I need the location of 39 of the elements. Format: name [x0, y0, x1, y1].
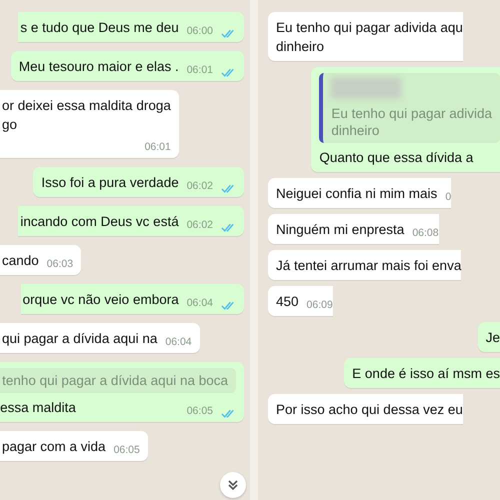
message-text: E onde é isso aí msm es — [352, 365, 500, 383]
quoted-text: tenho qui pagar a dívida aqui na boca — [2, 372, 228, 389]
message-text: Isso foi a pura verdade — [41, 174, 179, 192]
message-text: dinheiro — [276, 38, 326, 56]
message-text: Neiguei confia ni mim mais — [276, 185, 438, 203]
message-text: s e tudo que Deus me deu — [20, 19, 179, 37]
message-time: 06:01 — [144, 140, 171, 155]
message-text: pagar com a vida — [2, 438, 106, 456]
message-text: Por isso acho qui dessa vez eu — [276, 401, 463, 419]
message-time: 06:09 — [306, 298, 333, 313]
message-time: 06:04 — [165, 335, 192, 350]
message-text: 450 — [276, 293, 299, 311]
message-time: 06:00 — [186, 24, 213, 39]
message-text: Ninguém mi enpresta — [276, 221, 404, 239]
message-time: 06:02 — [186, 218, 213, 233]
message-text: incando com Deus vc está — [20, 213, 179, 231]
message-text: go — [2, 116, 18, 134]
message-text: essa maldita — [0, 399, 76, 417]
message-text: orque vc não veio embora — [22, 291, 179, 309]
message-text: Meu tesouro maior e elas . — [18, 58, 179, 76]
message-time: 06:02 — [186, 179, 213, 194]
message-time: 0 — [445, 190, 452, 205]
message-text: Quanto que essa dívida a — [319, 149, 474, 167]
message-text: qui pagar a dívida aqui na — [2, 330, 158, 348]
message-text: or deixei essa maldita droga — [2, 97, 171, 115]
message-time: 06:05 — [186, 404, 213, 419]
message-text: Eu tenho qui pagar adivida aqu — [276, 19, 463, 37]
message-time: 06:08 — [412, 226, 439, 241]
quoted-text: dinheiro — [331, 122, 380, 139]
quoted-text: Eu tenho qui pagar adivida — [331, 105, 492, 122]
message-text: Já tentei arrumar mais foi enva — [276, 257, 462, 275]
message-time: 06:01 — [186, 63, 213, 78]
message-time: 06:04 — [186, 296, 213, 311]
message-time: 06:03 — [46, 257, 74, 272]
double-chevron-icon — [227, 479, 239, 491]
message-text: Je — [486, 329, 500, 347]
message-text: cando — [2, 252, 39, 270]
scroll-down-button[interactable] — [220, 472, 246, 498]
message-time: 06:05 — [114, 443, 140, 458]
